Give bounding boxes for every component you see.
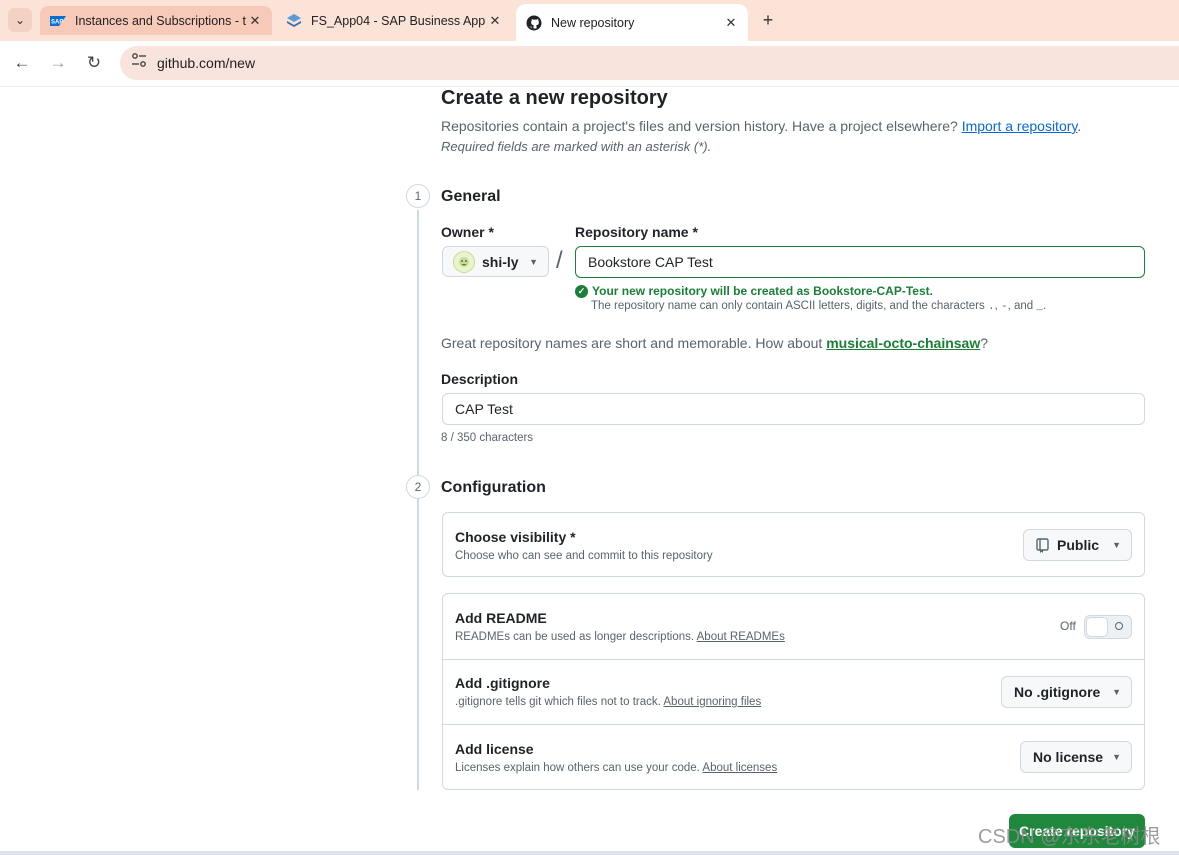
visibility-title: Choose visibility *: [455, 529, 576, 545]
close-tab-icon[interactable]: ✕: [722, 15, 740, 31]
row-divider: [443, 659, 1144, 660]
tab-title: Instances and Subscriptions - tr: [75, 13, 246, 28]
owner-dropdown[interactable]: shi-ly ▼: [442, 246, 549, 277]
rule-text: The repository name can only contain ASC…: [591, 300, 985, 312]
section-heading-general: General: [441, 188, 501, 205]
step-rail: [417, 210, 419, 790]
row-divider: [443, 724, 1144, 725]
readme-desc-text: READMEs can be used as longer descriptio…: [455, 631, 695, 643]
about-readmes-link[interactable]: About READMEs: [697, 631, 785, 643]
toggle-off-icon: [1115, 622, 1123, 630]
readme-toggle-state: Off: [1060, 619, 1076, 633]
visibility-dropdown[interactable]: Public ▼: [1023, 529, 1132, 561]
visibility-card: Choose visibility * Choose who can see a…: [442, 512, 1145, 577]
forward-arrow-icon[interactable]: →: [46, 53, 70, 75]
readme-desc: READMEs can be used as longer descriptio…: [455, 631, 785, 643]
license-desc-text: Licenses explain how others can use your…: [455, 762, 700, 774]
options-card: Add README READMEs can be used as longer…: [442, 593, 1145, 790]
repo-icon: [1036, 537, 1049, 553]
readme-title: Add README: [455, 610, 547, 626]
tab-title: FS_App04 - SAP Business Appli: [311, 13, 486, 28]
readme-toggle[interactable]: [1084, 615, 1132, 639]
suggest-prefix: Great repository names are short and mem…: [441, 335, 823, 351]
tab-fs-app[interactable]: FS_App04 - SAP Business Appli ✕: [276, 6, 512, 35]
suggest-suffix: ?: [980, 335, 989, 351]
close-tab-icon[interactable]: ✕: [486, 13, 504, 29]
bottom-edge: [0, 851, 1179, 855]
name-suggestion: Great repository names are short and mem…: [441, 335, 988, 351]
chevron-down-icon: ▼: [1112, 752, 1121, 762]
tab-search-icon[interactable]: ⌄: [8, 8, 32, 32]
address-bar: ← → ↻ github.com/new: [0, 41, 1179, 86]
tab-new-repository[interactable]: New repository ✕: [516, 4, 748, 41]
site-settings-icon[interactable]: [128, 52, 150, 74]
license-dropdown[interactable]: No license ▼: [1020, 741, 1132, 773]
watermark: CSDN @东东老树根: [978, 826, 1161, 848]
description-input[interactable]: CAP Test: [442, 393, 1145, 425]
repo-name-label: Repository name *: [575, 224, 698, 240]
check-circle-icon: ✓: [575, 284, 588, 298]
page-subtitle: Repositories contain a project's files a…: [441, 118, 1081, 134]
license-value: No license: [1033, 749, 1104, 765]
validation-message: ✓ Your new repository will be created as…: [575, 284, 933, 298]
import-repository-link[interactable]: Import a repository: [962, 118, 1078, 134]
rule-char-dash: -: [1000, 301, 1008, 313]
browser-tab-strip: ⌄ SAP Instances and Subscriptions - tr ✕…: [0, 0, 1179, 41]
license-title: Add license: [455, 741, 534, 757]
tab-title: New repository: [551, 15, 635, 30]
chevron-down-icon: ▼: [529, 256, 538, 267]
gitignore-desc-text: .gitignore tells git which files not to …: [455, 696, 661, 708]
sap-icon: SAP: [50, 13, 66, 29]
owner-repo-separator: /: [556, 247, 563, 274]
page-title: Create a new repository: [441, 87, 668, 109]
omnibox[interactable]: github.com/new: [120, 46, 1179, 80]
chevron-down-icon: ▼: [1112, 540, 1121, 550]
subtitle-text: Repositories contain a project's files a…: [441, 118, 958, 134]
reload-icon[interactable]: ↻: [82, 53, 106, 75]
gitignore-title: Add .gitignore: [455, 675, 550, 691]
close-tab-icon[interactable]: ✕: [246, 13, 264, 29]
owner-value: shi-ly: [482, 253, 519, 270]
naming-rule: The repository name can only contain ASC…: [591, 300, 1047, 313]
visibility-value: Public: [1057, 537, 1100, 553]
github-icon: [526, 15, 542, 31]
sap-build-icon: [286, 13, 302, 29]
gitignore-desc: .gitignore tells git which files not to …: [455, 696, 761, 708]
visibility-desc: Choose who can see and commit to this re…: [455, 550, 713, 562]
avatar: [453, 250, 475, 273]
character-count: 8 / 350 characters: [441, 432, 534, 444]
owner-label: Owner *: [441, 224, 494, 240]
step-number-configuration: 2: [406, 475, 430, 499]
rule-char-underscore: _: [1036, 301, 1043, 313]
about-licenses-link[interactable]: About licenses: [702, 762, 777, 774]
subtitle-end: .: [1077, 118, 1082, 134]
required-note: Required fields are marked with an aster…: [441, 139, 712, 154]
license-desc: Licenses explain how others can use your…: [455, 762, 777, 774]
back-arrow-icon[interactable]: ←: [10, 53, 34, 75]
about-ignoring-files-link[interactable]: About ignoring files: [663, 696, 761, 708]
new-tab-icon[interactable]: +: [756, 8, 780, 32]
suggested-name-link[interactable]: musical-octo-chainsaw: [826, 335, 980, 351]
toggle-knob: [1086, 617, 1108, 637]
section-heading-configuration: Configuration: [441, 479, 546, 496]
svg-text:SAP: SAP: [51, 19, 63, 25]
rule-char-dot: .: [987, 301, 995, 313]
chevron-down-icon: ▼: [1112, 687, 1121, 697]
validation-text: Your new repository will be created as B…: [592, 284, 933, 298]
url-text: github.com/new: [157, 55, 256, 71]
gitignore-value: No .gitignore: [1014, 684, 1101, 700]
description-label: Description: [441, 371, 519, 387]
step-number-general: 1: [406, 184, 430, 208]
repo-name-input[interactable]: Bookstore CAP Test: [575, 246, 1145, 278]
tab-instances[interactable]: SAP Instances and Subscriptions - tr ✕: [40, 6, 272, 35]
gitignore-dropdown[interactable]: No .gitignore ▼: [1001, 676, 1132, 708]
